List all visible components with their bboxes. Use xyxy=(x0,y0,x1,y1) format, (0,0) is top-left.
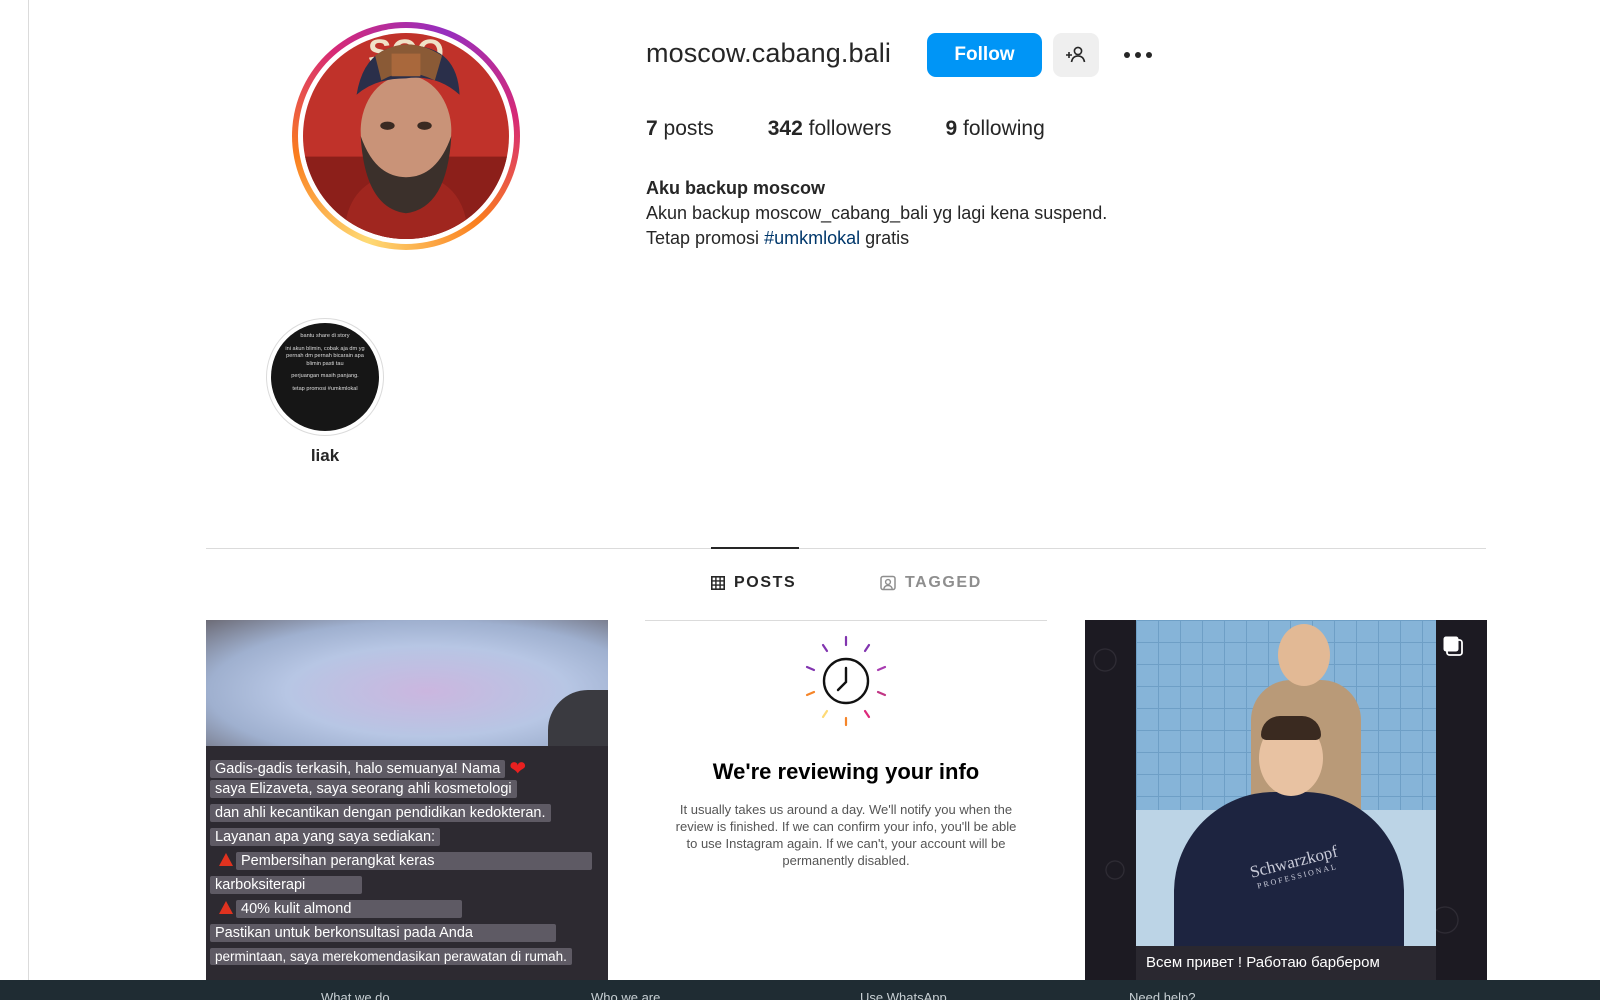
highlight-cover-line: perjuangan masih panjang. xyxy=(291,373,359,379)
post-thumbnail-2[interactable]: We're reviewing your info It usually tak… xyxy=(645,620,1047,980)
clock-icon xyxy=(805,635,887,727)
caption-line: dan ahli kecantikan dengan pendidikan ke… xyxy=(210,804,551,822)
stat-posts: 7 posts xyxy=(646,117,714,141)
post-photo: Schwarzkopf PROFESSIONAL xyxy=(1136,620,1436,950)
tabs-divider xyxy=(206,548,1486,549)
bio-line-2-after: gratis xyxy=(860,228,910,248)
stat-posts-count: 7 xyxy=(646,117,658,140)
footer-link[interactable]: Use WhatsApp xyxy=(860,990,947,1000)
active-tab-indicator xyxy=(711,547,799,549)
review-body: It usually takes us around a day. We'll … xyxy=(675,802,1017,868)
tagged-icon xyxy=(880,575,896,591)
red-triangle-icon xyxy=(219,901,233,914)
follow-button[interactable]: Follow xyxy=(927,33,1042,77)
profile-avatar[interactable]: SCO xyxy=(292,22,520,250)
post-thumbnail-3[interactable]: Schwarzkopf PROFESSIONAL Всем привет ! Р… xyxy=(1085,620,1487,980)
suggested-accounts-button[interactable] xyxy=(1053,33,1099,77)
footer-link[interactable]: Need help? xyxy=(1129,990,1196,1000)
carousel-icon xyxy=(1443,636,1463,656)
tab-tagged[interactable]: TAGGED xyxy=(880,574,982,592)
tab-posts[interactable]: POSTS xyxy=(711,574,796,592)
caption-row: Gadis-gadis terkasih, halo semuanya! Nam… xyxy=(210,756,608,780)
caption-row: karboksiterapi xyxy=(210,876,608,900)
stat-followers-count: 342 xyxy=(767,117,803,140)
caption-row: 40% kulit almond xyxy=(210,900,608,924)
red-triangle-icon xyxy=(219,853,233,866)
left-border xyxy=(28,0,29,980)
tab-tagged-label: TAGGED xyxy=(905,574,982,591)
post-thumbnail-1[interactable]: Gadis-gadis terkasih, halo semuanya! Nam… xyxy=(206,620,608,980)
caption-line: Layanan apa yang saya sediakan: xyxy=(210,828,441,846)
highlight-cover-line: tetap promosi #umkmlokal xyxy=(292,385,358,392)
bio-line-2: Tetap promosi #umkmlokal gratis xyxy=(646,226,1107,251)
caption-row: saya Elizaveta, saya seorang ahli kosmet… xyxy=(210,780,608,804)
add-person-icon xyxy=(1066,46,1086,63)
dot-icon xyxy=(1135,52,1141,58)
highlight-cover-line: bantu share di story xyxy=(300,333,350,339)
stat-followers[interactable]: 342 followers xyxy=(768,117,892,141)
highlight-ring: bantu share di story ini akun blimin, co… xyxy=(266,318,384,436)
caption-line: karboksiterapi xyxy=(210,876,362,894)
caption-row: Pembersihan perangkat keras xyxy=(210,852,608,876)
post-subtitle: Всем привет ! Работаю барбером xyxy=(1136,946,1436,980)
bio-line-1: Akun backup moscow_cabang_bali yg lagi k… xyxy=(646,203,1108,223)
avatar-image: SCO xyxy=(303,33,509,239)
caption-line: 40% kulit almond xyxy=(236,900,462,918)
caption-row: Layanan apa yang saya sediakan: xyxy=(210,828,608,852)
bio-line-2-before: Tetap promosi xyxy=(646,228,765,248)
dot-icon xyxy=(1124,52,1130,58)
footer-bar: What we do Who we are Use WhatsApp Need … xyxy=(0,980,1600,1000)
caption-row: permintaan, saya merekomendasikan perawa… xyxy=(210,948,608,972)
caption-line: Gadis-gadis terkasih, halo semuanya! Nam… xyxy=(210,760,506,778)
caption-row: Pastikan untuk berkonsultasi pada Anda xyxy=(210,924,608,948)
caption-line: Pastikan untuk berkonsultasi pada Anda xyxy=(210,924,556,942)
barber-head xyxy=(1278,624,1330,686)
stat-following[interactable]: 9 following xyxy=(946,117,1045,141)
review-title: We're reviewing your info xyxy=(712,759,980,784)
client-hair xyxy=(1261,716,1321,740)
profile-bio: Aku backup moscow Akun backup moscow_cab… xyxy=(646,176,1107,251)
profile-stats: 7 posts 342 followers 9 following xyxy=(646,117,1099,141)
highlight-label: liak xyxy=(310,446,340,465)
tab-posts-label: POSTS xyxy=(734,574,797,591)
footer-link[interactable]: What we do xyxy=(321,990,390,1000)
stat-following-count: 9 xyxy=(945,117,958,140)
post-caption-overlay: Gadis-gadis terkasih, halo semuanya! Nam… xyxy=(206,746,608,980)
stat-posts-label: posts xyxy=(663,117,714,140)
bio-name: Aku backup moscow xyxy=(646,178,826,198)
heart-icon: ❤ xyxy=(509,758,527,780)
stat-followers-label: followers xyxy=(808,117,892,140)
story-highlight[interactable]: bantu share di story ini akun blimin, co… xyxy=(266,318,384,466)
caption-line: saya Elizaveta, saya seorang ahli kosmet… xyxy=(210,780,517,798)
stat-following-label: following xyxy=(963,117,1045,140)
caption-row: dan ahli kecantikan dengan pendidikan ke… xyxy=(210,804,608,828)
hashtag-link[interactable]: #umkmlokal xyxy=(764,228,860,248)
profile-username: moscow.cabang.bali xyxy=(646,38,891,68)
grid-icon xyxy=(711,576,725,590)
highlight-cover: bantu share di story ini akun blimin, co… xyxy=(271,323,379,431)
more-options-button[interactable] xyxy=(1118,40,1158,70)
dot-icon xyxy=(1146,52,1152,58)
footer-link[interactable]: Who we are xyxy=(591,990,660,1000)
caption-line: Pembersihan perangkat keras xyxy=(236,852,592,870)
highlight-cover-line: ini akun blimin, cobak aja dm yg pernah … xyxy=(285,345,365,367)
caption-line: permintaan, saya merekomendasikan perawa… xyxy=(210,948,572,965)
